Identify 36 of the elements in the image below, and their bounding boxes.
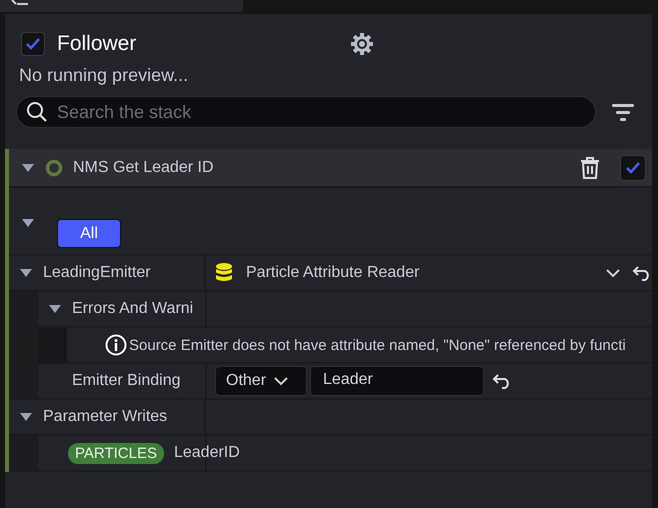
expand-arrow-icon[interactable] [19,412,33,422]
row-label: Emitter Binding [72,372,180,390]
error-message: Source Emitter does not have attribute named, "None" referenced by functi [129,336,626,354]
chevron-down-icon[interactable] [606,268,620,278]
module-enable-checkbox[interactable] [620,154,646,180]
all-filter-button[interactable]: All [57,219,121,248]
expand-arrow-icon[interactable] [21,218,35,228]
search-field[interactable]: Search the stack [16,96,596,128]
row-label: Errors And Warni [72,300,194,318]
trash-icon[interactable] [580,156,600,178]
expand-arrow-icon[interactable] [48,304,62,314]
row-label: LeadingEmitter [43,264,151,282]
data-interface-type: Particle Attribute Reader [246,264,420,282]
enable-checkbox[interactable] [21,32,45,56]
database-icon [216,263,232,283]
namespace-tag: PARTICLES [68,442,164,464]
search-icon [26,101,48,123]
filter-icon[interactable] [612,103,634,121]
info-icon [105,334,127,356]
settings-icon[interactable] [350,32,374,56]
module-name: NMS Get Leader ID [73,158,214,176]
reset-icon[interactable] [492,373,512,389]
row-label: LeaderID [174,444,240,462]
checkmark-icon [625,160,641,174]
ring-icon [45,158,63,176]
checkmark-icon [25,37,41,51]
module-header[interactable]: NMS Get Leader ID [9,149,652,188]
expand-arrow-icon[interactable] [21,162,35,172]
chevron-down-icon [274,376,288,386]
emitter-title: Follower [57,32,136,56]
binding-mode-dropdown[interactable]: Other [215,366,307,396]
expand-arrow-icon[interactable] [19,268,33,278]
preview-status: No running preview... [18,64,190,86]
row-label: Parameter Writes [43,408,168,426]
reset-icon[interactable] [632,265,652,281]
binding-name-field[interactable]: Leader [310,366,484,396]
